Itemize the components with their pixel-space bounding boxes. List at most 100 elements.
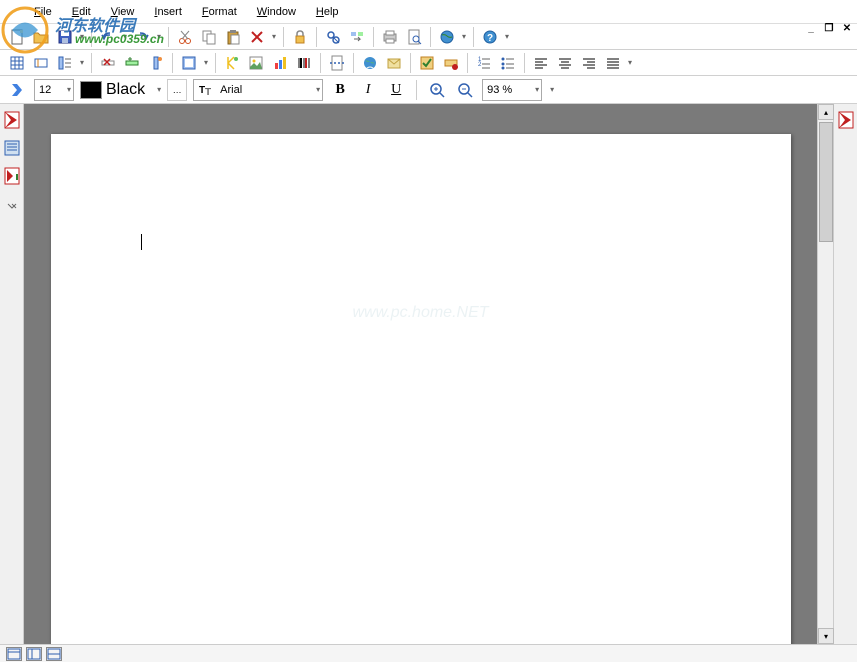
window-controls: _ ❐ ✕	[805, 22, 853, 34]
document-viewport[interactable]: www.pc.home.NET	[24, 104, 817, 644]
numbered-list-button[interactable]: 12	[473, 52, 495, 74]
save-dropdown[interactable]: ▾	[78, 26, 86, 48]
redo-button[interactable]	[131, 26, 153, 48]
print-button[interactable]	[379, 26, 401, 48]
font-size-combo[interactable]: 12 ▾	[34, 79, 74, 101]
bold-button[interactable]: B	[329, 79, 351, 101]
pdf-right-icon[interactable]	[836, 108, 856, 132]
separator	[91, 27, 92, 47]
lock-button[interactable]	[289, 26, 311, 48]
scroll-thumb[interactable]	[819, 122, 833, 242]
replace-button[interactable]	[346, 26, 368, 48]
svg-text:2: 2	[478, 62, 482, 68]
layout-dropdown[interactable]: ▾	[202, 52, 210, 74]
email-button[interactable]	[383, 52, 405, 74]
color-swatch	[80, 81, 102, 99]
menu-edit[interactable]: Edit	[62, 2, 101, 22]
toolbar-options[interactable]: ▾	[548, 79, 556, 101]
font-size-value: 12	[39, 84, 51, 96]
separator	[467, 53, 468, 73]
paste-button[interactable]	[222, 26, 244, 48]
page-watermark: www.pc.home.NET	[352, 304, 488, 322]
scroll-up-button[interactable]: ▴	[818, 104, 834, 120]
document-page[interactable]: www.pc.home.NET	[51, 134, 791, 644]
points-button[interactable]: …	[167, 79, 187, 101]
control-button[interactable]	[440, 52, 462, 74]
undo-dropdown[interactable]: ▾	[121, 26, 129, 48]
view-mode-2-button[interactable]	[26, 647, 42, 661]
align-center-button[interactable]	[554, 52, 576, 74]
separator	[91, 53, 92, 73]
align-right-button[interactable]	[578, 52, 600, 74]
menu-window[interactable]: Window	[247, 2, 306, 22]
open-button[interactable]	[30, 26, 52, 48]
zoom-out-button[interactable]	[454, 79, 476, 101]
column-button[interactable]	[145, 52, 167, 74]
script-button[interactable]	[221, 52, 243, 74]
menu-help[interactable]: Help	[306, 2, 349, 22]
view-mode-1-button[interactable]	[6, 647, 22, 661]
delete-row-button[interactable]	[97, 52, 119, 74]
menu-file[interactable]: File	[24, 2, 62, 22]
new-document-button[interactable]	[6, 26, 28, 48]
expand-icon[interactable]	[2, 194, 22, 218]
svg-text:?: ?	[487, 33, 493, 44]
page-layout-button[interactable]	[178, 52, 200, 74]
italic-button[interactable]: I	[357, 79, 379, 101]
undo-button[interactable]	[97, 26, 119, 48]
image-button[interactable]	[245, 52, 267, 74]
separator	[410, 53, 411, 73]
minimize-button[interactable]: _	[805, 22, 817, 34]
copy-button[interactable]	[198, 26, 220, 48]
zoom-in-button[interactable]	[426, 79, 448, 101]
font-color-picker[interactable]: Black ▾	[80, 81, 161, 99]
underline-button[interactable]: U	[385, 79, 407, 101]
svg-text:T: T	[205, 87, 211, 97]
align-dropdown[interactable]: ▾	[626, 52, 634, 74]
scroll-down-button[interactable]: ▾	[818, 628, 834, 644]
cut-button[interactable]	[174, 26, 196, 48]
help-button[interactable]: ?	[479, 26, 501, 48]
text-view-icon[interactable]	[2, 136, 22, 160]
field-dropdown[interactable]: ▾	[78, 52, 86, 74]
close-button[interactable]: ✕	[841, 22, 853, 34]
barcode-button[interactable]	[293, 52, 315, 74]
chart-button[interactable]	[269, 52, 291, 74]
view-mode-3-button[interactable]	[46, 647, 62, 661]
menu-insert[interactable]: Insert	[144, 2, 192, 22]
insert-field-button[interactable]	[30, 52, 52, 74]
toolbar-options[interactable]: ▾	[503, 26, 511, 48]
web-button[interactable]	[436, 26, 458, 48]
text-cursor	[141, 234, 142, 250]
delete-dropdown[interactable]: ▾	[270, 26, 278, 48]
find-button[interactable]	[322, 26, 344, 48]
separator	[430, 27, 431, 47]
vertical-scrollbar[interactable]: ▴ ▾	[817, 104, 833, 644]
chevron-down-icon: ▾	[157, 85, 161, 94]
menu-format[interactable]: Format	[192, 2, 247, 22]
print-preview-button[interactable]	[403, 26, 425, 48]
page-break-button[interactable]	[326, 52, 348, 74]
font-name-combo[interactable]: TT Arial ▾	[193, 79, 323, 101]
separator	[473, 27, 474, 47]
restore-button[interactable]: ❐	[823, 22, 835, 34]
redo-dropdown[interactable]: ▾	[155, 26, 163, 48]
delete-button[interactable]	[246, 26, 268, 48]
align-justify-button[interactable]	[602, 52, 624, 74]
insert-row-button[interactable]	[121, 52, 143, 74]
style-icon[interactable]	[6, 79, 28, 101]
hyperlink-button[interactable]	[359, 52, 381, 74]
web-dropdown[interactable]: ▾	[460, 26, 468, 48]
bullet-list-button[interactable]	[497, 52, 519, 74]
pdf-icon[interactable]	[2, 108, 22, 132]
zoom-combo[interactable]: 93 % ▾	[482, 79, 542, 101]
save-button[interactable]	[54, 26, 76, 48]
menu-view[interactable]: View	[101, 2, 145, 22]
separator	[353, 53, 354, 73]
report-toolbar: ▾ ▾ 12 ▾	[0, 50, 857, 76]
checkbox-button[interactable]	[416, 52, 438, 74]
pdf-export-icon[interactable]	[2, 164, 22, 188]
field-list-button[interactable]	[54, 52, 76, 74]
align-left-button[interactable]	[530, 52, 552, 74]
table-button[interactable]	[6, 52, 28, 74]
